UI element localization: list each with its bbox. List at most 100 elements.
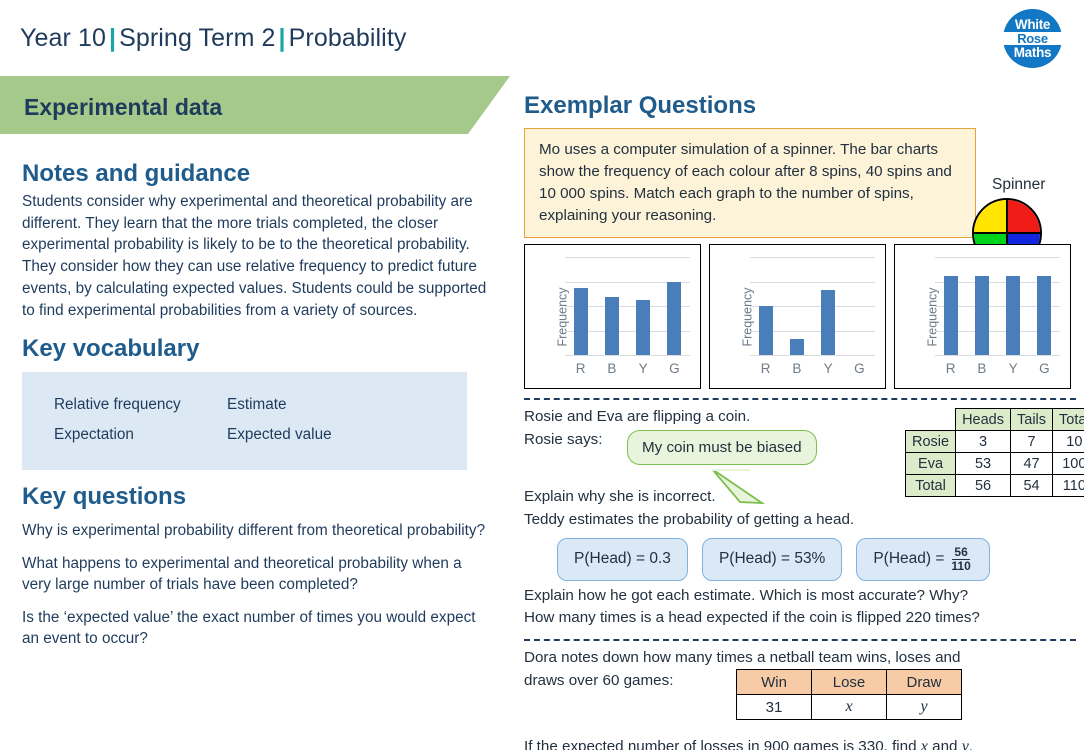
logo-line-2: Rose — [1003, 32, 1062, 45]
chart-bar-R — [758, 306, 773, 356]
fraction-56-over-110: 56 110 — [949, 546, 972, 572]
chart-bar-Y — [636, 300, 651, 356]
logo-line-1: White — [1014, 16, 1051, 32]
table-row: Rosie 3 7 10 — [904, 430, 1084, 454]
table-row: Total 56 54 110 — [904, 474, 1084, 498]
logo-line-3: Maths — [1013, 45, 1052, 60]
chart-plot-area — [750, 257, 875, 357]
question-1-text: Mo uses a computer simulation of a spinn… — [539, 141, 952, 225]
chart-x-tick-G: G — [1039, 361, 1050, 377]
chart-bar-B — [974, 275, 989, 356]
chart-x-tick-R: R — [945, 361, 956, 377]
netball-results-table: Win Lose Draw 31 x y — [736, 669, 962, 721]
chart-bars — [935, 257, 1060, 356]
table-corner-cell — [906, 409, 956, 431]
right-column: Exemplar Questions Mo uses a computer si… — [524, 92, 1084, 750]
chart-bars — [750, 257, 875, 356]
table-header-row: Win Lose Draw — [736, 669, 962, 696]
cell-eva-total: 100 — [1052, 452, 1084, 476]
column-header-heads: Heads — [955, 408, 1011, 432]
cell-lose-value: x — [811, 694, 887, 721]
cell-eva-tails: 47 — [1009, 452, 1054, 476]
question-3-block: Dora notes down how many times a netball… — [524, 647, 1074, 750]
estimate-pill-percent-label: P(Head) = 53% — [718, 550, 826, 568]
bar-chart-2: Frequency R B Y G — [709, 244, 886, 390]
white-rose-maths-logo: White Rose Maths — [1003, 9, 1062, 68]
section-divider — [524, 398, 1076, 401]
key-question-item: Is the ‘expected value’ the exact number… — [22, 608, 476, 647]
vocab-term-relative-frequency: Relative frequency — [54, 396, 181, 414]
cell-total-total: 110 — [1052, 474, 1084, 498]
header-title: Year 10 | Spring Term 2 | Probability — [20, 24, 406, 53]
chart-x-axis-labels: RBYG — [750, 361, 875, 376]
cell-rosie-total: 10 — [1052, 430, 1084, 454]
cell-total-heads: 56 — [955, 474, 1011, 498]
chart-plot-area — [935, 257, 1060, 357]
banner-title: Experimental data — [24, 94, 223, 120]
chart-x-tick-Y: Y — [1008, 361, 1018, 377]
bar-chart-3: Frequency R B Y G — [894, 244, 1071, 390]
variable-y: y — [961, 737, 969, 750]
chart-x-tick-G: G — [854, 361, 865, 377]
chart-x-axis-labels: RBYG — [565, 361, 690, 376]
chart-plot-area — [565, 257, 690, 357]
coin-results-table: Heads Tails Total Rosie 3 7 10 Eva 53 47… — [904, 408, 1084, 498]
question-1-box: Mo uses a computer simulation of a spinn… — [524, 128, 976, 239]
question-2-block: Rosie and Eva are flipping a coin. Rosie… — [524, 406, 1084, 630]
cell-win-value: 31 — [736, 694, 812, 721]
header-topic: Probability — [288, 24, 407, 52]
question-2-line-5: Explain how he got each estimate. Which … — [524, 586, 969, 604]
cell-total-tails: 54 — [1009, 474, 1054, 498]
chart-x-tick-R: R — [760, 361, 771, 377]
estimate-pill-decimal: P(Head) = 0.3 — [557, 538, 688, 581]
vocab-term-estimate: Estimate — [227, 396, 287, 414]
estimate-pill-percent: P(Head) = 53% — [701, 538, 843, 581]
chart-bar-R — [943, 275, 958, 356]
chart-x-tick-Y: Y — [638, 361, 648, 377]
estimate-pill-fraction-label: P(Head) = — [873, 550, 945, 568]
column-header-lose: Lose — [811, 669, 887, 696]
question-2-line-4: Teddy estimates the probability of getti… — [524, 510, 855, 528]
column-header-total: Total — [1052, 408, 1084, 432]
speech-bubble-text: My coin must be biased — [642, 439, 802, 457]
probability-estimate-pills: P(Head) = 0.3 P(Head) = 53% P(Head) = 56… — [557, 538, 1074, 581]
bar-chart-row: Frequency R B Y G Frequency R B Y G Frequency R B Y G — [524, 244, 1074, 390]
chart-gridline — [750, 355, 875, 357]
cell-rosie-tails: 7 — [1009, 430, 1054, 454]
section-divider — [524, 639, 1076, 642]
chart-x-tick-B: B — [977, 361, 987, 377]
spinner-divider-horizontal — [974, 231, 1040, 235]
cell-draw-value: y — [886, 694, 962, 721]
estimate-pill-fraction: P(Head) = 56 110 — [856, 538, 990, 581]
question-3-line-1: Dora notes down how many times a netball… — [524, 649, 961, 667]
row-header-rosie: Rosie — [904, 430, 957, 454]
chart-x-tick-R: R — [575, 361, 586, 377]
fraction-numerator: 56 — [952, 545, 970, 560]
column-header-draw: Draw — [886, 669, 962, 696]
left-column: Notes and guidance Students consider why… — [22, 160, 492, 660]
spinner-quadrant-red — [1007, 200, 1040, 233]
chart-x-tick-Y: Y — [823, 361, 833, 377]
bar-chart-1: Frequency R B Y G — [524, 244, 701, 390]
header-year: Year 10 — [20, 24, 106, 52]
question-3-text-c: . — [968, 737, 974, 750]
key-questions-list: Why is experimental probability differen… — [22, 520, 492, 649]
question-3-text-b: and — [927, 737, 962, 750]
row-header-total: Total — [904, 474, 957, 498]
speech-bubble: My coin must be biased — [627, 430, 817, 466]
cell-eva-heads: 53 — [955, 452, 1011, 476]
spinner-quadrant-yellow — [974, 200, 1007, 233]
question-2-line-6: How many times is a head expected if the… — [524, 609, 980, 627]
cell-rosie-heads: 3 — [955, 430, 1011, 454]
chart-x-tick-B: B — [607, 361, 617, 377]
exemplar-heading: Exemplar Questions — [524, 92, 757, 119]
table-row: 31 x y — [736, 694, 962, 721]
spinner-label: Spinner — [992, 176, 1046, 193]
chart-bar-B — [604, 296, 619, 356]
key-question-item: Why is experimental probability differen… — [22, 522, 486, 540]
chart-x-tick-G: G — [669, 361, 680, 377]
header-divider-2: | — [278, 24, 286, 52]
table-header-row: Heads Tails Total — [906, 408, 1084, 432]
key-questions-heading: Key questions — [22, 483, 187, 511]
vocabulary-row: Relative frequency Estimate — [22, 390, 467, 420]
